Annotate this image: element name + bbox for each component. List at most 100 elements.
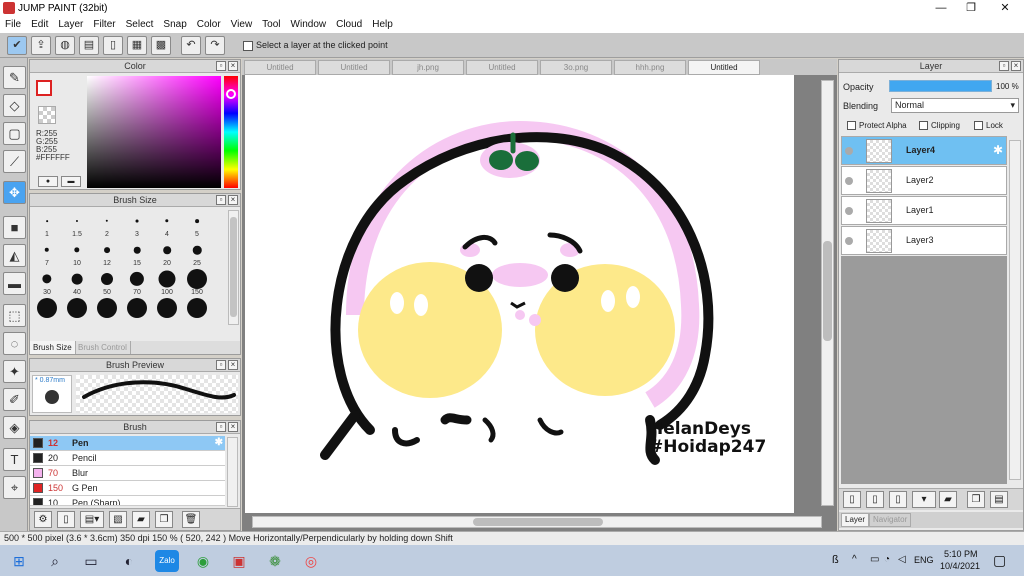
close-icon[interactable]: × xyxy=(1011,61,1021,71)
clipping-checkbox[interactable] xyxy=(919,121,928,130)
lasso-tool-icon[interactable]: ◌ xyxy=(3,332,26,355)
cloud-check-icon[interactable]: ✔ xyxy=(7,36,27,55)
copy-brush-icon[interactable]: ▧ xyxy=(109,511,127,528)
zalo-icon[interactable]: Zalo xyxy=(155,550,179,572)
eyedropper-tool-icon[interactable]: ⌖ xyxy=(3,476,26,499)
brush-size-option[interactable]: 70 xyxy=(122,268,152,296)
saturation-value-picker[interactable] xyxy=(87,76,221,188)
brush-size-option[interactable] xyxy=(152,297,182,325)
layer-item-layer1[interactable]: Layer1 xyxy=(841,196,1007,225)
brush-item-pen-sharp[interactable]: 10 Pen (Sharp) xyxy=(30,496,225,506)
language-indicator[interactable]: ENG xyxy=(914,555,934,565)
undo-icon[interactable]: ↶ xyxy=(181,36,201,55)
hue-slider[interactable] xyxy=(224,76,238,188)
brush-size-option[interactable] xyxy=(122,297,152,325)
document-icon[interactable]: ▯ xyxy=(103,36,123,55)
minimize-button[interactable]: — xyxy=(926,0,956,16)
brush-size-option[interactable]: 20 xyxy=(152,239,182,267)
tab-canvas-6[interactable]: hhh.png xyxy=(614,60,686,75)
layer-item-layer3[interactable]: Layer3 xyxy=(841,226,1007,255)
magic-wand-icon[interactable]: ✦ xyxy=(3,360,26,383)
move-tool-icon[interactable]: ✥ xyxy=(3,181,26,204)
menu-view[interactable]: View xyxy=(226,19,258,30)
brush-size-option[interactable]: 10 xyxy=(62,239,92,267)
transparent-color-swatch[interactable] xyxy=(38,106,56,124)
brush-size-option[interactable]: 150 xyxy=(182,268,212,296)
upload-icon[interactable]: ⇪ xyxy=(31,36,51,55)
layer-menu-icon[interactable]: ▾ xyxy=(912,491,936,508)
brush-list-scrollbar[interactable] xyxy=(227,437,238,507)
visibility-icon[interactable] xyxy=(845,207,853,215)
visibility-icon[interactable] xyxy=(845,177,853,185)
bucket-tool-icon[interactable]: ◭ xyxy=(3,244,26,267)
brush-size-option[interactable] xyxy=(92,297,122,325)
tab-canvas-2[interactable]: Untitled xyxy=(318,60,390,75)
folder-icon[interactable]: ▰ xyxy=(939,491,957,508)
tab-canvas-7[interactable]: Untitled xyxy=(688,60,760,75)
gradient-tool-icon[interactable]: ▬ xyxy=(3,272,26,295)
drawing-canvas[interactable]: HelanDeys #Hoidap247 xyxy=(245,75,794,513)
tab-canvas-1[interactable]: Untitled xyxy=(244,60,316,75)
duplicate-icon[interactable]: ❐ xyxy=(155,511,173,528)
close-icon[interactable]: × xyxy=(228,61,238,71)
float-icon[interactable]: ▫ xyxy=(216,61,226,71)
brush-size-option[interactable]: 1.5 xyxy=(62,210,92,238)
tab-navigator[interactable]: Navigator xyxy=(869,513,912,527)
menu-layer[interactable]: Layer xyxy=(53,19,88,30)
tab-brush-control[interactable]: Brush Control xyxy=(75,341,131,354)
color-swap-icon[interactable]: ▬ xyxy=(61,176,81,187)
duplicate-layer-icon[interactable]: ❐ xyxy=(967,491,985,508)
brush-size-option[interactable]: 3 xyxy=(122,210,152,238)
merge-layer-icon[interactable]: ▤ xyxy=(990,491,1008,508)
float-icon[interactable]: ▫ xyxy=(999,61,1009,71)
select-pen-icon[interactable]: ✐ xyxy=(3,388,26,411)
visibility-icon[interactable] xyxy=(845,147,853,155)
brush-size-option[interactable]: 12 xyxy=(92,239,122,267)
tab-canvas-3[interactable]: jh.png xyxy=(392,60,464,75)
brush-settings-icon[interactable]: ⚙ xyxy=(34,511,52,528)
float-icon[interactable]: ▫ xyxy=(216,360,226,370)
menu-file[interactable]: File xyxy=(0,19,26,30)
battery-icon[interactable]: ▭ xyxy=(870,554,879,565)
brush-size-option[interactable]: 50 xyxy=(92,268,122,296)
menu-window[interactable]: Window xyxy=(286,19,332,30)
menu-filter[interactable]: Filter xyxy=(88,19,120,30)
chrome-icon[interactable]: ◎ xyxy=(300,550,322,572)
lock-checkbox[interactable] xyxy=(974,121,983,130)
app-icon-leaf[interactable]: ❁ xyxy=(264,550,286,572)
redo-icon[interactable]: ↷ xyxy=(205,36,225,55)
eraser-tool-icon[interactable]: ◇ xyxy=(3,94,26,117)
brush-size-scrollbar[interactable] xyxy=(228,210,239,325)
gear-icon[interactable]: ✱ xyxy=(993,143,1003,157)
maximize-button[interactable]: ❐ xyxy=(956,0,986,16)
menu-tool[interactable]: Tool xyxy=(257,19,285,30)
tab-layer[interactable]: Layer xyxy=(841,513,870,527)
protect-alpha-checkbox[interactable] xyxy=(847,121,856,130)
brush-item-pen[interactable]: 12 Pen ✱ xyxy=(30,436,225,451)
float-icon[interactable]: ▫ xyxy=(216,422,226,432)
visibility-icon[interactable] xyxy=(845,237,853,245)
brush-size-option[interactable]: 25 xyxy=(182,239,212,267)
brush-size-option[interactable]: 15 xyxy=(122,239,152,267)
brush-size-option[interactable]: 2 xyxy=(92,210,122,238)
close-icon[interactable]: × xyxy=(228,195,238,205)
layout-icon[interactable]: ▦ xyxy=(127,36,147,55)
new-brush-icon[interactable]: ▯ xyxy=(57,511,75,528)
windows-start-icon[interactable]: ⊞ xyxy=(8,550,30,572)
trash-icon[interactable]: 🗑 xyxy=(182,511,200,528)
task-view-icon[interactable]: ▭ xyxy=(80,550,102,572)
brush-item-g-pen[interactable]: 150 G Pen xyxy=(30,481,225,496)
brush-size-option[interactable]: 40 xyxy=(62,268,92,296)
foreground-color-swatch[interactable] xyxy=(36,80,52,96)
brush-size-option[interactable]: 5 xyxy=(182,210,212,238)
menu-edit[interactable]: Edit xyxy=(26,19,53,30)
close-button[interactable]: ✕ xyxy=(990,0,1020,16)
fill-rect-tool-icon[interactable]: ■ xyxy=(3,216,26,239)
brush-item-pencil[interactable]: 20 Pencil xyxy=(30,451,225,466)
menu-cloud[interactable]: Cloud xyxy=(331,19,367,30)
select-eraser-icon[interactable]: ◈ xyxy=(3,416,26,439)
brush-size-option[interactable]: 30 xyxy=(32,268,62,296)
blending-select[interactable]: Normal ▾ xyxy=(891,98,1019,113)
brush-size-option[interactable] xyxy=(182,297,212,325)
rect-select-tool-icon[interactable]: ▢ xyxy=(3,122,26,145)
